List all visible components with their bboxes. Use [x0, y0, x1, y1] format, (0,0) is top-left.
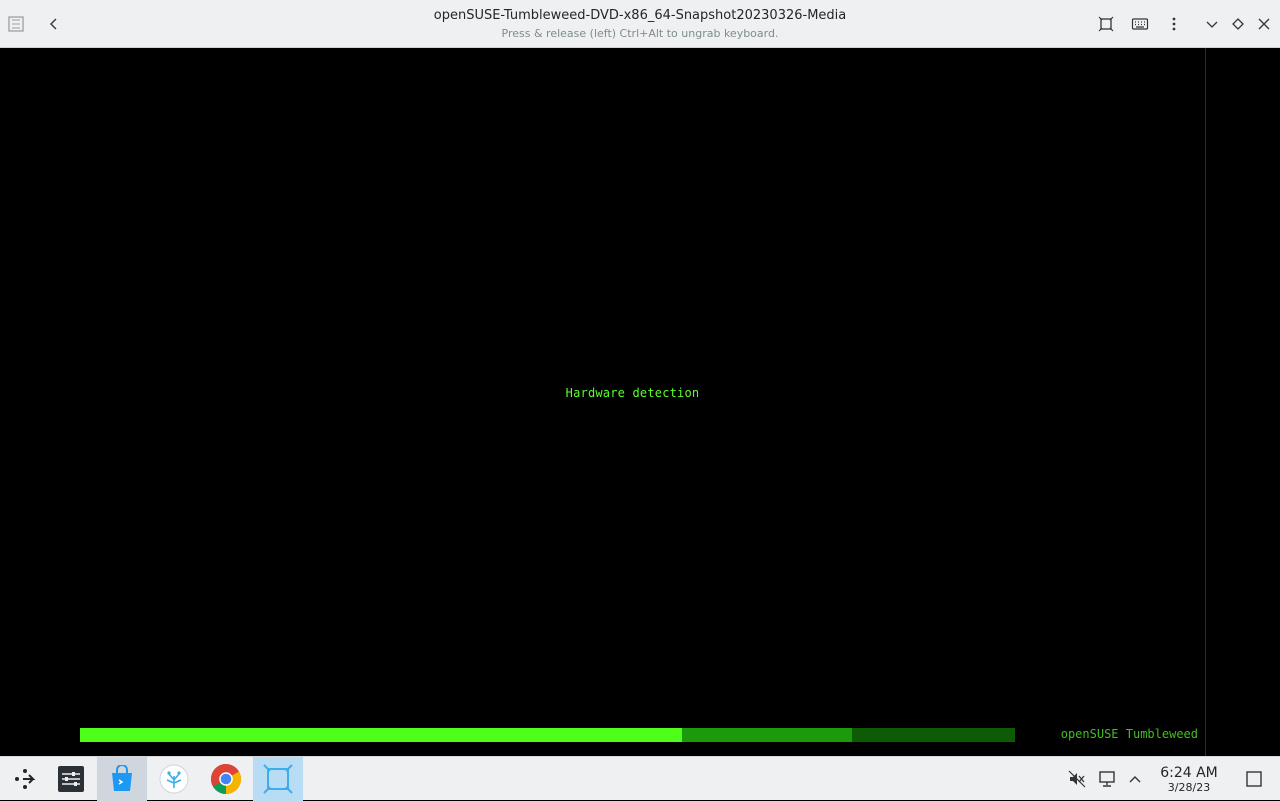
show-desktop-icon[interactable] — [1243, 768, 1265, 790]
maximize-icon[interactable] — [1224, 10, 1252, 38]
minimize-icon[interactable] — [1198, 10, 1226, 38]
more-menu-icon[interactable] — [1160, 10, 1188, 38]
keyboard-icon[interactable] — [1126, 10, 1154, 38]
discover-icon[interactable] — [97, 757, 147, 801]
app-launcher-icon[interactable] — [0, 757, 50, 801]
clock-time[interactable]: 6:24 AM — [1150, 765, 1228, 781]
chrome-icon[interactable] — [201, 757, 251, 801]
network-icon[interactable] — [1096, 768, 1118, 790]
mute-icon[interactable] — [1066, 768, 1088, 790]
clock-date[interactable]: 3/28/23 — [1150, 781, 1228, 794]
window-titlebar: openSUSE-Tumbleweed-DVD-x86_64-Snapshot2… — [0, 0, 1280, 48]
taskbar: 6:24 AM 3/28/23 — [0, 756, 1280, 801]
close-icon[interactable] — [1250, 10, 1278, 38]
vm-display[interactable]: Hardware detection openSUSE Tumbleweed — [0, 48, 1205, 756]
plasma-app-icon[interactable] — [149, 757, 199, 801]
expand-tray-icon[interactable] — [1124, 768, 1146, 790]
vm-display-edge — [1205, 48, 1280, 756]
boot-status-message: Hardware detection — [565, 386, 700, 400]
app-menu-icon[interactable] — [2, 10, 30, 38]
boxes-icon[interactable] — [253, 757, 303, 801]
fit-screen-icon[interactable] — [1092, 10, 1120, 38]
progress-fill — [80, 728, 682, 742]
boot-progress-bar — [80, 728, 1015, 742]
brand-label: openSUSE Tumbleweed — [1060, 727, 1198, 741]
window-title: openSUSE-Tumbleweed-DVD-x86_64-Snapshot2… — [433, 8, 847, 23]
back-icon[interactable] — [40, 10, 68, 38]
system-settings-icon[interactable] — [46, 757, 96, 801]
window-subtitle: Press & release (left) Ctrl+Alt to ungra… — [501, 27, 779, 40]
